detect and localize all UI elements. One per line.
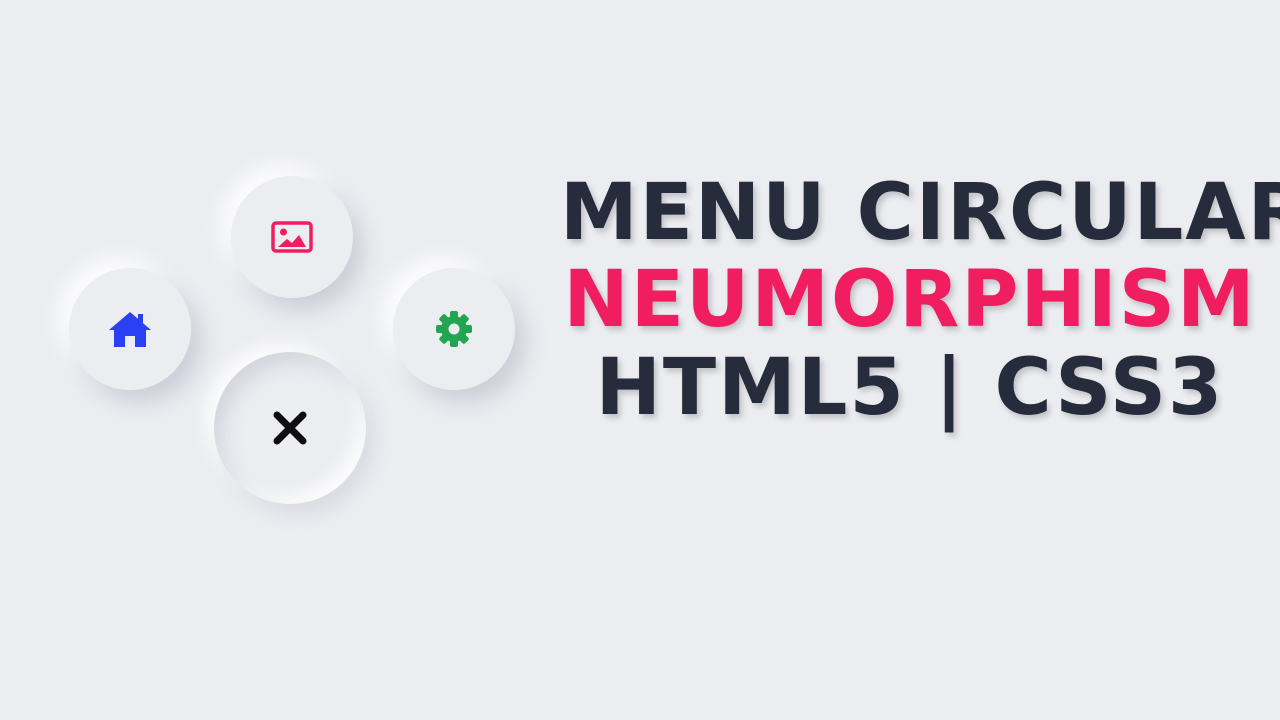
- circular-menu: [0, 0, 560, 720]
- home-icon: [107, 309, 153, 349]
- image-icon: [271, 221, 313, 253]
- settings-button[interactable]: [393, 268, 515, 390]
- close-icon: [272, 410, 308, 446]
- title-block: MENU CIRCULAR NEUMORPHISM HTML5 | CSS3: [560, 168, 1280, 433]
- close-button[interactable]: [214, 352, 366, 504]
- title-line-3: HTML5 | CSS3: [595, 342, 1225, 433]
- gear-icon: [434, 309, 474, 349]
- home-button[interactable]: [69, 268, 191, 390]
- title-line-1: MENU CIRCULAR: [560, 168, 1280, 258]
- image-button[interactable]: [231, 176, 353, 298]
- title-line-2: NEUMORPHISM: [563, 255, 1257, 346]
